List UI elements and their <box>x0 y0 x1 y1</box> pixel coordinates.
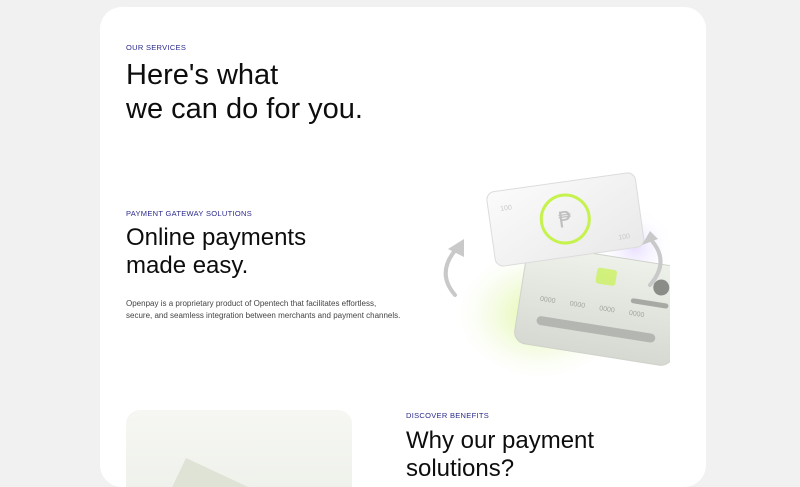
payment-heading-line1: Online payments <box>126 224 307 251</box>
services-eyebrow: OUR SERVICES <box>126 43 187 52</box>
benefits-heading-line1: Why our payment <box>406 427 595 454</box>
payment-heading: Online payments made easy. <box>126 224 306 281</box>
benefits-heading: Why our payment solutions? <box>406 427 594 484</box>
payment-description: Openpay is a proprietary product of Open… <box>126 299 401 320</box>
services-card: OUR SERVICES Here's what we can do for y… <box>100 7 706 487</box>
benefits-shape <box>172 458 249 487</box>
payment-illustration: 0000 0000 0000 0000 ₱ 100 100 <box>443 172 670 377</box>
services-heading: Here's what we can do for you. <box>126 58 363 126</box>
payment-eyebrow: PAYMENT GATEWAY SOLUTIONS <box>126 209 252 218</box>
services-heading-line2: we can do for you. <box>126 93 363 126</box>
card-chip <box>595 267 617 286</box>
benefits-eyebrow: DISCOVER BENEFITS <box>406 411 490 420</box>
benefits-image <box>126 410 352 487</box>
payment-heading-line2: made easy. <box>126 252 249 280</box>
benefits-heading-line2: solutions? <box>406 455 515 483</box>
services-heading-line1: Here's what <box>126 59 279 91</box>
benefits-illustration <box>172 458 249 487</box>
